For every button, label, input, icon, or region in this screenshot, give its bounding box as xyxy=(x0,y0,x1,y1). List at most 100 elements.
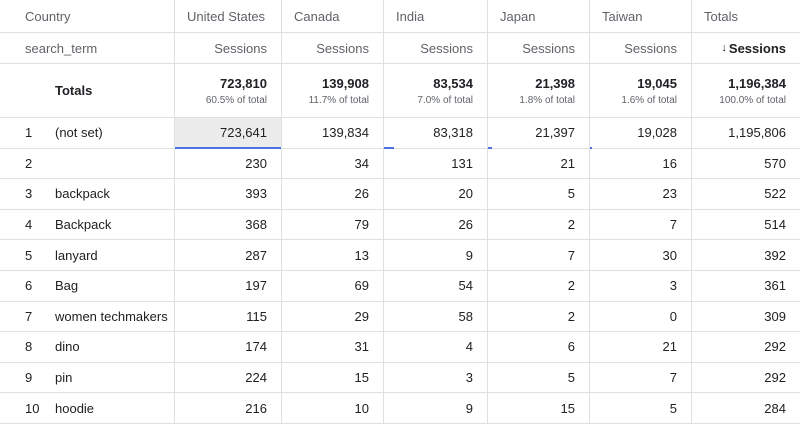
table-row[interactable]: 8 dino 174 31 4 6 21 292 xyxy=(0,332,800,363)
row-value-cell: 0 xyxy=(589,301,691,332)
row-value-cell: 287 xyxy=(174,240,281,270)
row-value-cell: 224 xyxy=(174,362,281,393)
sort-arrow-down-icon: ↓ xyxy=(721,42,727,54)
cell-value: 1,195,806 xyxy=(728,125,786,141)
row-value-cell: 131 xyxy=(383,148,487,179)
row-total-cell: 284 xyxy=(691,393,800,423)
cell-value: 26 xyxy=(458,217,473,233)
metric-header[interactable]: Sessions xyxy=(383,33,487,63)
cell-value: 21,397 xyxy=(535,125,575,141)
cell-value: 16 xyxy=(662,155,677,171)
row-dimension-cell: 4 Backpack xyxy=(0,210,174,240)
column-header-totals[interactable]: Totals xyxy=(691,0,800,32)
cell-value: 13 xyxy=(354,247,369,263)
row-value-cell: 7 xyxy=(487,240,589,270)
column-header[interactable]: India xyxy=(383,0,487,32)
row-total-cell: 522 xyxy=(691,179,800,209)
total-value: 139,908 xyxy=(322,75,369,91)
total-percent: 7.0% of total xyxy=(417,94,473,106)
total-percent: 60.5% of total xyxy=(205,94,267,106)
column-header[interactable]: Taiwan xyxy=(589,0,691,32)
row-dimension-cell: 9 pin xyxy=(0,363,174,393)
cell-value: 292 xyxy=(764,339,786,355)
cell-value: 19,028 xyxy=(637,125,677,141)
table-row[interactable]: 4 Backpack 368 79 26 2 7 514 xyxy=(0,209,800,241)
cell-value: 21 xyxy=(560,155,575,171)
table-row[interactable]: 7 women techmakers 115 29 58 2 0 309 xyxy=(0,301,800,333)
row-value-cell: 83,318 xyxy=(383,118,487,149)
cell-value: 284 xyxy=(764,400,786,416)
totals-label: Totals xyxy=(55,83,93,98)
row-value-cell: 31 xyxy=(281,332,383,362)
table-body: 1 (not set) 723,641 139,834 83,318 21,397 19,0… xyxy=(0,118,800,424)
row-value-cell: 21,397 xyxy=(487,118,589,149)
table-row[interactable]: 6 Bag 197 69 54 2 3 361 xyxy=(0,270,800,302)
row-dimension-cell: 1 (not set) xyxy=(0,118,174,148)
total-value: 83,534 xyxy=(433,75,473,91)
cell-value: 570 xyxy=(764,155,786,171)
totals-row: Totals 723,810 60.5% of total 139,908 11… xyxy=(0,64,800,118)
row-search-term: Bag xyxy=(55,278,79,294)
row-value-cell: 34 xyxy=(281,148,383,179)
metric-header-sorted[interactable]: ↓ Sessions xyxy=(691,33,800,63)
total-value: 1,196,384 xyxy=(728,75,786,91)
cell-value: 2 xyxy=(567,278,575,294)
column-header[interactable]: United States xyxy=(174,0,281,32)
row-value-cell: 3 xyxy=(589,270,691,301)
metric-header[interactable]: Sessions xyxy=(487,33,589,63)
row-value-cell: 19,028 xyxy=(589,118,691,149)
row-value-cell: 216 xyxy=(174,393,281,423)
row-rank: 2 xyxy=(25,155,33,171)
cell-value: 23 xyxy=(662,186,677,202)
row-value-cell: 723,641 xyxy=(174,118,281,149)
column-header[interactable]: Japan xyxy=(487,0,589,32)
row-value-cell: 54 xyxy=(383,270,487,301)
cell-value: 21 xyxy=(662,339,677,355)
row-value-cell: 115 xyxy=(174,301,281,332)
table-row[interactable]: 10 hoodie 216 10 9 15 5 284 xyxy=(0,393,800,424)
row-rank: 6 xyxy=(25,278,33,294)
cell-value: 30 xyxy=(662,247,677,263)
row-value-cell: 7 xyxy=(589,362,691,393)
row-value-cell: 5 xyxy=(589,393,691,423)
row-value-cell: 69 xyxy=(281,270,383,301)
row-rank: 7 xyxy=(25,308,33,324)
total-value: 21,398 xyxy=(535,75,575,91)
cell-value: 9 xyxy=(465,247,473,263)
cell-value: 309 xyxy=(764,308,786,324)
total-value: 723,810 xyxy=(220,75,267,91)
cell-value: 31 xyxy=(354,339,369,355)
row-search-term: Backpack xyxy=(55,217,112,233)
cell-value: 20 xyxy=(458,186,473,202)
cell-value: 15 xyxy=(354,370,369,386)
cell-value: 69 xyxy=(354,278,369,294)
row-value-cell: 15 xyxy=(487,393,589,423)
cell-value: 723,641 xyxy=(220,125,267,141)
row-dimension-cell: 5 lanyard xyxy=(0,240,174,270)
table-row[interactable]: 2 230 34 131 21 16 570 xyxy=(0,148,800,180)
row-value-cell: 4 xyxy=(383,332,487,362)
metric-header[interactable]: Sessions xyxy=(281,33,383,63)
cell-value: 514 xyxy=(764,217,786,233)
cell-value: 393 xyxy=(245,186,267,202)
table-row[interactable]: 5 lanyard 287 13 9 7 30 392 xyxy=(0,240,800,271)
table-row[interactable]: 9 pin 224 15 3 5 7 292 xyxy=(0,362,800,394)
row-total-cell: 570 xyxy=(691,148,800,179)
cell-value: 83,318 xyxy=(433,125,473,141)
cell-value: 3 xyxy=(465,370,473,386)
cell-value: 287 xyxy=(245,247,267,263)
metric-header[interactable]: Sessions xyxy=(174,33,281,63)
row-value-cell: 21 xyxy=(487,148,589,179)
dimension-header-country[interactable]: Country xyxy=(0,0,174,32)
row-dimension-cell: 8 dino xyxy=(0,332,174,362)
table-row[interactable]: 3 backpack 393 26 20 5 23 522 xyxy=(0,179,800,210)
cell-value: 174 xyxy=(245,339,267,355)
row-total-cell: 361 xyxy=(691,270,800,301)
metric-header[interactable]: Sessions xyxy=(589,33,691,63)
table-row[interactable]: 1 (not set) 723,641 139,834 83,318 21,397 19,0… xyxy=(0,118,800,149)
dimension-header-search-term[interactable]: search_term xyxy=(0,33,174,63)
row-value-cell: 21 xyxy=(589,332,691,362)
total-cell-grand: 1,196,384 100.0% of total xyxy=(691,64,800,117)
column-header[interactable]: Canada xyxy=(281,0,383,32)
total-value: 19,045 xyxy=(637,75,677,91)
